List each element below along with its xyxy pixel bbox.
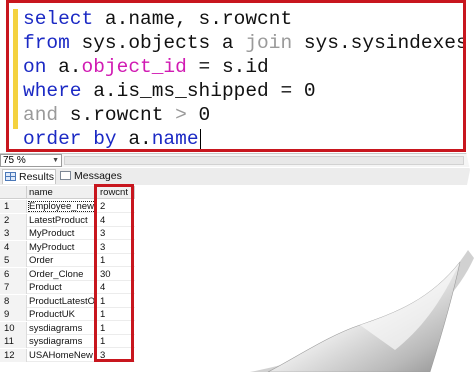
table-row[interactable]: 9 ProductUK 1: [0, 308, 135, 321]
code-token: where: [23, 80, 82, 102]
code-line[interactable]: on a.object_id = s.id: [23, 55, 269, 79]
code-token: a.: [46, 56, 82, 78]
horizontal-scrollbar[interactable]: [64, 156, 464, 165]
code-token: join: [245, 32, 293, 54]
row-number[interactable]: 12: [0, 348, 27, 362]
cell-rowcnt[interactable]: 1: [97, 295, 135, 308]
table-row[interactable]: 6 Order_Clone 30: [0, 267, 135, 281]
zoom-value: 75 %: [3, 155, 26, 166]
cell-rowcnt[interactable]: 4: [97, 281, 135, 294]
cell-rowcnt[interactable]: 4: [97, 214, 135, 227]
cell-rowcnt[interactable]: 1: [97, 322, 135, 335]
code-token: a.name, s.rowcnt: [93, 8, 293, 30]
column-header-name[interactable]: name: [27, 186, 97, 199]
cell-name[interactable]: Product: [27, 281, 97, 294]
code-token: a.: [116, 128, 152, 150]
code-token: order by: [23, 128, 117, 150]
table-row[interactable]: 8 ProductLatestOld 1: [0, 294, 135, 308]
cell-rowcnt[interactable]: 1: [97, 335, 135, 348]
table-row[interactable]: 2 LatestProduct 4: [0, 213, 135, 227]
sql-editor[interactable]: select a.name, s.rowcnt from sys.objects …: [6, 0, 466, 152]
cell-rowcnt[interactable]: 3: [97, 349, 135, 362]
message-icon: [60, 171, 71, 180]
grid-header-row: name rowcnt: [0, 186, 135, 199]
cell-name[interactable]: sysdiagrams: [27, 322, 97, 335]
code-line[interactable]: order by a.name: [23, 127, 201, 150]
cell-name[interactable]: Order_Clone: [27, 268, 97, 281]
zoom-bar: 75 % ▼: [0, 153, 474, 167]
zoom-select[interactable]: 75 % ▼: [0, 154, 62, 167]
table-row[interactable]: 10 sysdiagrams 1: [0, 321, 135, 335]
code-token: select: [23, 8, 94, 30]
cell-name[interactable]: MyProduct: [27, 227, 97, 240]
table-row[interactable]: 4 MyProduct 3: [0, 240, 135, 254]
code-token: sys.sysindexes s: [303, 32, 466, 54]
row-number[interactable]: 9: [0, 308, 27, 321]
code-token: from: [23, 32, 70, 54]
cell-rowcnt[interactable]: 1: [97, 254, 135, 267]
tab-results[interactable]: Results: [2, 169, 56, 184]
cell-rowcnt[interactable]: 3: [97, 227, 135, 240]
code-token: sys.objects a: [69, 32, 246, 54]
code-token: and: [23, 104, 59, 126]
change-indicator-bar: [13, 9, 18, 129]
code-line[interactable]: and s.rowcnt > 0: [23, 103, 210, 127]
cell-rowcnt[interactable]: 2: [97, 200, 135, 213]
cell-name[interactable]: Order: [27, 254, 97, 267]
row-number[interactable]: 7: [0, 281, 27, 294]
code-token: = s.id: [186, 56, 269, 78]
code-line[interactable]: select a.name, s.rowcnt: [23, 7, 292, 31]
table-row[interactable]: 1 Employee_new 2: [0, 200, 135, 213]
cell-name[interactable]: ProductLatestOld: [27, 295, 97, 308]
table-row[interactable]: 3 MyProduct 3: [0, 227, 135, 240]
text-cursor: [199, 128, 201, 149]
cell-rowcnt[interactable]: 30: [97, 268, 135, 281]
cell-rowcnt[interactable]: 3: [97, 241, 135, 254]
cell-name[interactable]: sysdiagrams: [27, 335, 97, 348]
table-row[interactable]: 5 Order 1: [0, 254, 135, 267]
code-token: object_id: [81, 56, 187, 78]
code-token: >: [175, 104, 187, 126]
row-number[interactable]: 11: [0, 335, 27, 348]
row-number[interactable]: 2: [0, 213, 27, 227]
code-token: name: [151, 128, 199, 150]
code-token: s.rowcnt: [58, 104, 176, 126]
code-token: on: [23, 56, 47, 78]
row-number-header[interactable]: [0, 186, 27, 199]
code-line[interactable]: from sys.objects a join sys.sysindexes s: [23, 31, 466, 55]
tab-results-label: Results: [19, 171, 55, 183]
cell-rowcnt[interactable]: 1: [97, 308, 135, 321]
grid-icon: [5, 172, 16, 181]
code-token: 0: [186, 104, 211, 126]
results-grid[interactable]: name rowcnt 1 Employee_new 2 2 LatestProduct…: [0, 184, 340, 372]
chevron-down-icon[interactable]: ▼: [52, 155, 59, 166]
cell-name[interactable]: MyProduct: [27, 241, 97, 254]
cell-name[interactable]: Employee_new: [27, 200, 97, 213]
table-row[interactable]: 11 sysdiagrams 1: [0, 335, 135, 348]
row-number[interactable]: 1: [0, 200, 27, 213]
row-number[interactable]: 4: [0, 240, 27, 254]
column-header-rowcnt[interactable]: rowcnt: [97, 186, 135, 199]
row-number[interactable]: 6: [0, 267, 27, 281]
code-token: a.is_ms_shipped = 0: [81, 80, 316, 102]
row-number[interactable]: 8: [0, 294, 27, 308]
cell-name[interactable]: LatestProduct: [27, 214, 97, 227]
table-row[interactable]: 12 USAHomeNew 3: [0, 348, 135, 362]
row-number[interactable]: 5: [0, 254, 27, 267]
row-number[interactable]: 3: [0, 227, 27, 240]
results-tabs: Results Messages: [0, 168, 474, 185]
tab-messages-label: Messages: [74, 170, 122, 182]
code-line[interactable]: where a.is_ms_shipped = 0: [23, 79, 316, 103]
table-row[interactable]: 7 Product 4: [0, 281, 135, 294]
row-number[interactable]: 10: [0, 321, 27, 335]
tab-messages[interactable]: Messages: [58, 169, 122, 184]
cell-name[interactable]: ProductUK: [27, 308, 97, 321]
cell-name[interactable]: USAHomeNew: [27, 349, 97, 362]
